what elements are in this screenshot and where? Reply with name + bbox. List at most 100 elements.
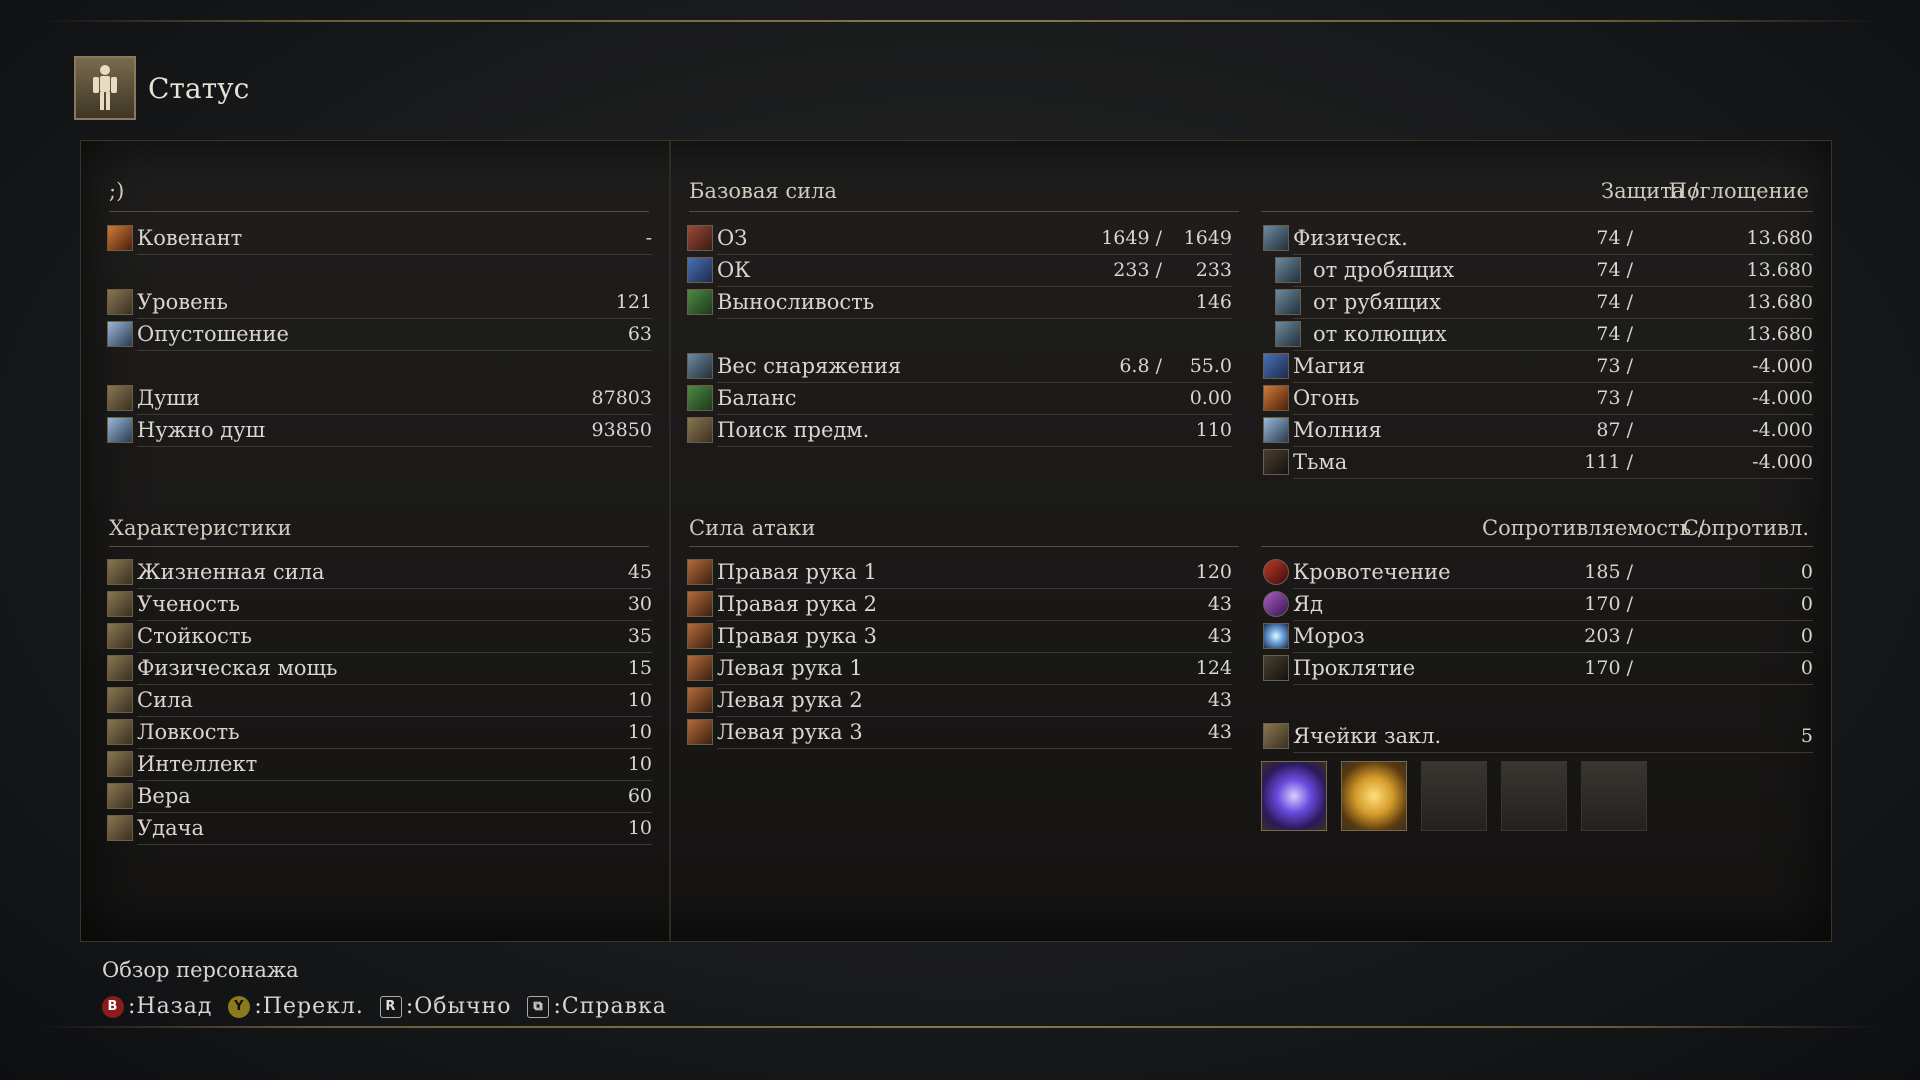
- resistance-row-value-2: 0: [1800, 593, 1813, 615]
- defense-row[interactable]: от колющих 74 / 13.680: [1263, 319, 1813, 351]
- stamina-value: 146: [1195, 291, 1232, 313]
- attack-row-label: Левая рука 1: [717, 656, 863, 680]
- covenant-row[interactable]: Ковенант -: [107, 223, 652, 255]
- base-power-column: Базовая сила ОЗ 1649 / 1649 ОК 233 / 233…: [671, 141, 1249, 941]
- attribute-row-value-1: 10: [627, 753, 652, 775]
- resistance-row-value-1: 170 /: [1584, 657, 1633, 679]
- defense-row[interactable]: Огонь 73 / -4.000: [1263, 383, 1813, 415]
- attunement-slots-row[interactable]: Ячейки закл. 5: [1263, 721, 1813, 753]
- attack-row[interactable]: Правая рука 2 43: [687, 589, 1232, 621]
- poise-row[interactable]: Баланс 0.00: [687, 383, 1232, 415]
- attribute-row[interactable]: Ловкость 10: [107, 717, 652, 749]
- right-hand-weapon-icon: [687, 623, 713, 649]
- resistance-header: Сопротивляемость /: [1482, 516, 1705, 540]
- hollowing-label: Опустошение: [137, 322, 289, 346]
- attribute-row[interactable]: Сила 10: [107, 685, 652, 717]
- poise-icon: [687, 385, 713, 411]
- character-name: ;): [109, 179, 125, 203]
- defense-row[interactable]: от дробящих 74 / 13.680: [1263, 255, 1813, 287]
- attack-row[interactable]: Левая рука 1 124: [687, 653, 1232, 685]
- stamina-label: Выносливость: [717, 290, 875, 314]
- attack-row[interactable]: Правая рука 1 120: [687, 557, 1232, 589]
- defense-row[interactable]: от рубящих 74 / 13.680: [1263, 287, 1813, 319]
- defense-row-value-1: 73 /: [1596, 387, 1633, 409]
- spell-slot-3-empty[interactable]: [1421, 761, 1487, 831]
- level-value: 121: [615, 291, 652, 313]
- attack-row[interactable]: Левая рука 3 43: [687, 717, 1232, 749]
- stamina-row[interactable]: Выносливость 146: [687, 287, 1232, 319]
- defense-row[interactable]: Тьма 111 / -4.000: [1263, 447, 1813, 479]
- souls-needed-value: 93850: [591, 419, 652, 441]
- defense-row-value-2: -4.000: [1752, 419, 1813, 441]
- resistance-row-value-1: 185 /: [1584, 561, 1633, 583]
- attack-row[interactable]: Правая рука 3 43: [687, 621, 1232, 653]
- attribute-row[interactable]: Ученость 30: [107, 589, 652, 621]
- attribute-row-label: Стойкость: [137, 624, 252, 648]
- defense-row[interactable]: Магия 73 / -4.000: [1263, 351, 1813, 383]
- normal-hint[interactable]: :Обычно: [406, 994, 512, 1019]
- level-row[interactable]: Уровень 121: [107, 287, 652, 319]
- right-hand-weapon-icon: [687, 559, 713, 585]
- resistance-row-value-1: 170 /: [1584, 593, 1633, 615]
- r-stick-icon: R: [379, 995, 402, 1018]
- defense-row[interactable]: Молния 87 / -4.000: [1263, 415, 1813, 447]
- defense-row-label: от рубящих: [1313, 290, 1441, 314]
- vigor-icon: [107, 559, 133, 585]
- back-hint[interactable]: :Назад: [128, 994, 212, 1019]
- attribute-row-label: Жизненная сила: [137, 560, 325, 584]
- souls-needed-row[interactable]: Нужно душ 93850: [107, 415, 652, 447]
- covenant-value: -: [645, 227, 652, 249]
- defense-row-value-1: 73 /: [1596, 355, 1633, 377]
- divider: [109, 546, 649, 547]
- endurance-icon: [107, 623, 133, 649]
- left-hand-weapon-icon: [687, 719, 713, 745]
- vitality-icon: [107, 655, 133, 681]
- attribute-row[interactable]: Интеллект 10: [107, 749, 652, 781]
- poison-icon: [1263, 591, 1289, 617]
- fp-row[interactable]: ОК 233 / 233: [687, 255, 1232, 287]
- bleed-icon: [1263, 559, 1289, 585]
- attribute-row-label: Физическая мощь: [137, 656, 338, 680]
- attribute-row[interactable]: Жизненная сила 45: [107, 557, 652, 589]
- status-panel: ;) Ковенант - Уровень 121 Опустошение 63…: [80, 140, 1832, 942]
- covenant-label: Ковенант: [137, 226, 243, 250]
- left-hand-weapon-icon: [687, 687, 713, 713]
- resistance-row[interactable]: Мороз 203 / 0: [1263, 621, 1813, 653]
- resistance-row[interactable]: Проклятие 170 / 0: [1263, 653, 1813, 685]
- attribute-row-value-1: 30: [627, 593, 652, 615]
- defense-row[interactable]: Физическ. 74 / 13.680: [1263, 223, 1813, 255]
- attribute-row[interactable]: Вера 60: [107, 781, 652, 813]
- resistance-row[interactable]: Яд 170 / 0: [1263, 589, 1813, 621]
- spell-slot-5-empty[interactable]: [1581, 761, 1647, 831]
- attribute-row-label: Удача: [137, 816, 205, 840]
- attribute-row[interactable]: Стойкость 35: [107, 621, 652, 653]
- switch-hint[interactable]: :Перекл.: [254, 994, 363, 1019]
- attack-power-title: Сила атаки: [689, 516, 816, 540]
- divider: [689, 546, 1239, 547]
- equip-load-row[interactable]: Вес снаряжения 6.8 / 55.0: [687, 351, 1232, 383]
- defense-row-value-2: -4.000: [1752, 451, 1813, 473]
- spell-slot-2-icon[interactable]: [1341, 761, 1407, 831]
- discovery-row[interactable]: Поиск предм. 110: [687, 415, 1232, 447]
- resistance-row-label: Яд: [1293, 592, 1323, 616]
- top-divider: [40, 20, 1880, 22]
- defense-row-label: Огонь: [1293, 386, 1360, 410]
- hollowing-row[interactable]: Опустошение 63: [107, 319, 652, 351]
- attribute-row[interactable]: Физическая мощь 15: [107, 653, 652, 685]
- defense-row-label: от дробящих: [1313, 258, 1455, 282]
- attribute-row[interactable]: Удача 10: [107, 813, 652, 845]
- covenant-icon: [107, 225, 133, 251]
- divider: [109, 211, 649, 212]
- defense-row-label: Физическ.: [1293, 226, 1408, 250]
- hp-row[interactable]: ОЗ 1649 / 1649: [687, 223, 1232, 255]
- absorption-header: Поглощение: [1668, 179, 1809, 203]
- discovery-label: Поиск предм.: [717, 418, 870, 442]
- help-hint[interactable]: :Справка: [553, 994, 666, 1019]
- frost-icon: [1263, 623, 1289, 649]
- spell-slot-4-empty[interactable]: [1501, 761, 1567, 831]
- attack-row[interactable]: Левая рука 2 43: [687, 685, 1232, 717]
- resistance-row[interactable]: Кровотечение 185 / 0: [1263, 557, 1813, 589]
- attack-row-value-1: 43: [1207, 625, 1232, 647]
- spell-slot-1-icon[interactable]: [1261, 761, 1327, 831]
- souls-row[interactable]: Души 87803: [107, 383, 652, 415]
